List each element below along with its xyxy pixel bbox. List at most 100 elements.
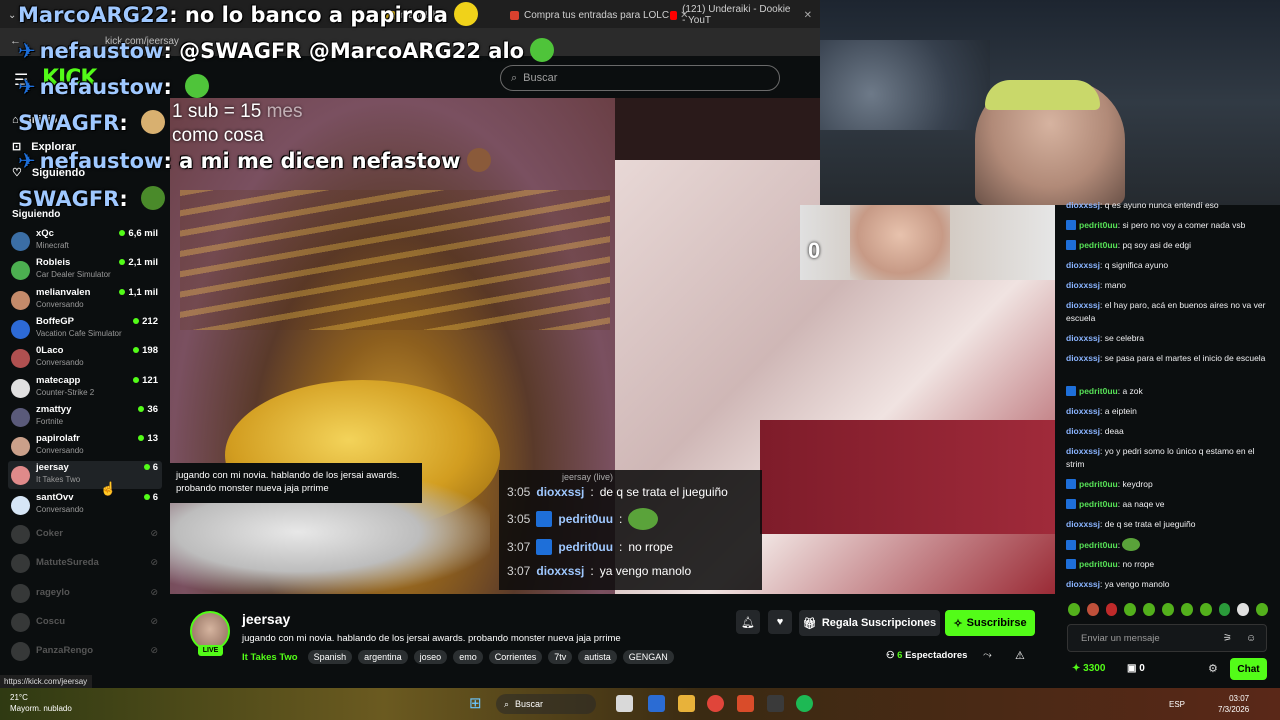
channel-points[interactable]: ✦ 3300	[1072, 663, 1105, 674]
chat-username[interactable]: pedrit0uu	[1079, 499, 1118, 509]
chat-username[interactable]: dioxxssj	[1066, 300, 1100, 310]
taskbar-search[interactable]: ⌕ Buscar	[496, 694, 596, 714]
chat-username[interactable]: pedrit0uu	[1079, 220, 1118, 230]
tag-chip[interactable]: 7tv	[548, 650, 573, 664]
emote-icon[interactable]	[1124, 603, 1137, 616]
gift-subs-button[interactable]: 🎁︎ Regala Suscripciones	[799, 610, 940, 636]
sidebar-channel-item[interactable]: santOvv Conversando 6	[8, 491, 162, 519]
chat-username[interactable]: dioxxssj	[1066, 446, 1100, 456]
emote-icon[interactable]	[1199, 603, 1212, 616]
emote-icon[interactable]	[1256, 603, 1268, 616]
sidebar-channel-item[interactable]: papirolafr Conversando 13	[8, 432, 162, 460]
follow-button[interactable]: ♥	[768, 610, 792, 634]
notification-bell-button[interactable]: 🔔︎	[736, 610, 760, 634]
chat-username[interactable]: pedrit0uu	[1079, 240, 1118, 250]
chat-message[interactable]: pedrit0uu: pq soy asi de edgi	[1066, 239, 1266, 252]
sidebar-channel-item[interactable]: rageylo ⊘	[8, 579, 162, 607]
category-link[interactable]: It Takes Two	[242, 652, 298, 663]
tag-chip[interactable]: autista	[578, 650, 617, 664]
chat-message[interactable]: dioxxssj: mano	[1066, 279, 1266, 292]
sidebar-channel-item[interactable]: zmattyy Fortnite 36	[8, 403, 162, 431]
taskbar-clock[interactable]: 03:07 7/3/2026	[1218, 693, 1249, 715]
emote-icon[interactable]	[1086, 603, 1099, 616]
emote-icon[interactable]	[1068, 603, 1080, 616]
chat-username[interactable]: dioxxssj	[1066, 333, 1100, 343]
share-icon[interactable]: ⤳	[983, 649, 992, 662]
spotify-icon[interactable]	[796, 695, 813, 712]
language-indicator[interactable]: ESP	[1169, 700, 1185, 709]
weather-widget[interactable]: 21°C Mayorm. nublado	[10, 692, 72, 714]
chat-username[interactable]: dioxxssj	[1066, 426, 1100, 436]
folder-icon[interactable]	[678, 695, 695, 712]
sidebar-channel-item[interactable]: Coscu ⊘	[8, 608, 162, 636]
chat-username[interactable]: dioxxssj	[1066, 579, 1100, 589]
sidebar-channel-item[interactable]: Robleis Car Dealer Simulator 2,1 mil	[8, 256, 162, 284]
sidebar-channel-item[interactable]: BoffeGP Vacation Cafe Simulator 212	[8, 315, 162, 343]
chat-message[interactable]: pedrit0uu: keydrop	[1066, 478, 1266, 491]
chat-message[interactable]: dioxxssj: q significa ayuno	[1066, 259, 1266, 272]
chat-username[interactable]: pedrit0uu	[1079, 559, 1118, 569]
chat-message[interactable]: dioxxssj: a eiptein	[1066, 405, 1266, 418]
chat-message[interactable]: dioxxssj: ya vengo manolo	[1066, 578, 1266, 591]
brave-icon[interactable]	[737, 695, 754, 712]
app-icon[interactable]	[767, 695, 784, 712]
tag-chip[interactable]: Corrientes	[488, 650, 543, 664]
tag-chip[interactable]: GENGAN	[622, 650, 674, 664]
emote-icon[interactable]	[1218, 603, 1231, 616]
chat-username[interactable]: dioxxssj	[1066, 406, 1100, 416]
chat-username[interactable]: dioxxssj	[1066, 353, 1100, 363]
file-icon[interactable]	[616, 695, 633, 712]
windows-start-icon[interactable]: ⊞	[469, 694, 482, 712]
translate-icon[interactable]: ⚞	[1223, 633, 1232, 644]
gear-icon[interactable]: ⚙	[1208, 662, 1218, 675]
tag-chip[interactable]: argentina	[358, 650, 408, 664]
chat-input[interactable]: Enviar un mensaje ⚞ ☺	[1067, 624, 1267, 652]
emote-icon[interactable]	[1105, 603, 1118, 616]
chat-message[interactable]: dioxxssj: q es ayuno nunca entendí eso	[1066, 199, 1266, 212]
tag-chip[interactable]: Spanish	[307, 650, 353, 664]
sidebar-channel-item[interactable]: matecapp Counter-Strike 2 121	[8, 374, 162, 402]
emote-icon[interactable]	[1237, 603, 1250, 616]
kicks-balance[interactable]: ▣ 0	[1127, 663, 1145, 674]
chat-message[interactable]: pedrit0uu: a zok	[1066, 385, 1266, 398]
sidebar-channel-item[interactable]: jeersay It Takes Two 6	[8, 461, 162, 490]
chat-message[interactable]: pedrit0uu: si pero no voy a comer nada v…	[1066, 219, 1266, 232]
chat-message[interactable]: pedrit0uu: aa naqe ve	[1066, 498, 1266, 511]
sidebar-channel-item[interactable]: xQc Minecraft 6,6 mil	[8, 227, 162, 255]
chat-message[interactable]: dioxxssj: el hay paro, acá en buenos air…	[1066, 299, 1266, 325]
chat-send-button[interactable]: Chat	[1230, 658, 1267, 680]
chat-username[interactable]: pedrit0uu	[1079, 540, 1118, 550]
sidebar-channel-item[interactable]: MatuteSureda ⊘	[8, 549, 162, 577]
tag-chip[interactable]: emo	[453, 650, 483, 664]
sidebar-channel-item[interactable]: PanzaRengo ⊘	[8, 637, 162, 665]
emote-icon[interactable]	[1162, 603, 1174, 616]
chat-username[interactable]: dioxxssj	[1066, 519, 1100, 529]
report-icon[interactable]: ⚠	[1015, 649, 1025, 662]
emote-icon[interactable]	[1180, 603, 1193, 616]
chat-message[interactable]: dioxxssj: deaa	[1066, 425, 1266, 438]
chat-message[interactable]: dioxxssj: yo y pedri somo lo único q est…	[1066, 445, 1266, 471]
chat-username[interactable]: pedrit0uu	[1079, 386, 1118, 396]
streamer-name[interactable]: jeersay	[242, 611, 290, 627]
chat-message[interactable]: dioxxssj: se celebra	[1066, 332, 1266, 345]
close-icon[interactable]: ✕	[804, 10, 812, 21]
chat-message[interactable]: dioxxssj: de q se trata el jueguiño	[1066, 518, 1266, 531]
chat-username[interactable]: dioxxssj	[1066, 200, 1100, 210]
sidebar-channel-item[interactable]: melianvalen Conversando 1,1 mil	[8, 286, 162, 314]
sidebar-channel-item[interactable]: Coker ⊘	[8, 520, 162, 548]
tab-youtube[interactable]: (121) Underaiki - Dookie - YouT ✕	[662, 4, 820, 26]
chat-username[interactable]: dioxxssj	[1066, 260, 1100, 270]
chat-username[interactable]: pedrit0uu	[1079, 479, 1118, 489]
chat-message[interactable]: pedrit0uu: no rrope	[1066, 558, 1266, 571]
chat-username[interactable]: dioxxssj	[1066, 280, 1100, 290]
chat-message[interactable]: dioxxssj: se pasa para el martes el inic…	[1066, 352, 1266, 365]
sidebar-channel-item[interactable]: 0Laco Conversando 198	[8, 344, 162, 372]
emoji-icon[interactable]: ☺	[1246, 633, 1256, 644]
emote-icon[interactable]	[1143, 603, 1156, 616]
tag-chip[interactable]: joseo	[413, 650, 448, 664]
chat-message[interactable]: pedrit0uu:	[1066, 538, 1266, 552]
search-input[interactable]: ⌕ Buscar	[500, 65, 780, 91]
app-icon[interactable]	[648, 695, 665, 712]
subscribe-button[interactable]: ✧ Suscribirse	[945, 610, 1035, 636]
chrome-icon[interactable]	[707, 695, 724, 712]
